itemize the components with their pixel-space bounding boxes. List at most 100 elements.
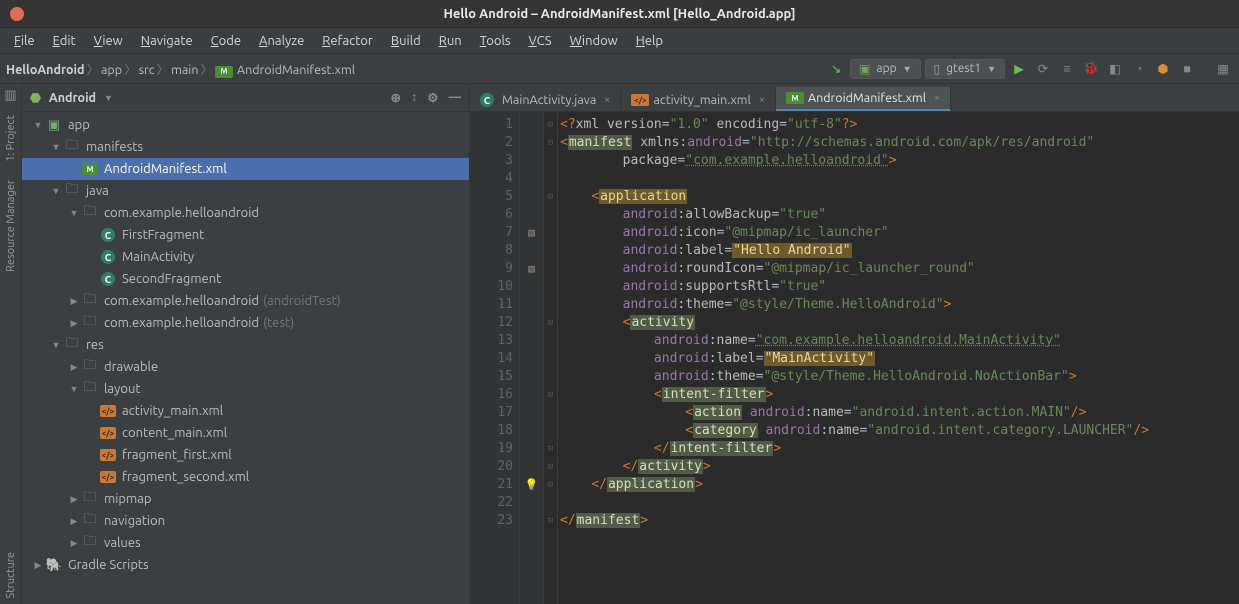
menu-run[interactable]: Run (431, 32, 470, 50)
breadcrumb[interactable]: HelloAndroid〉app〉src〉main〉MAndroidManife… (6, 59, 355, 78)
fold-toggle-icon[interactable]: ⊟ (544, 476, 557, 494)
chevron-down-icon[interactable]: ▼ (104, 93, 113, 103)
editor-tab[interactable]: CMainActivity.java× (470, 89, 621, 111)
image-gutter-icon[interactable]: ▧ (520, 260, 543, 278)
expand-arrow-icon[interactable]: ▶ (32, 560, 44, 571)
device-selector[interactable]: ▯ gtest1 ▼ (925, 59, 1005, 79)
fold-toggle-icon[interactable]: ⊟ (544, 386, 557, 404)
fold-toggle-icon[interactable]: ⊟ (544, 134, 557, 152)
project-view-label[interactable]: Android (49, 91, 96, 105)
tree-node[interactable]: ▼🗀com.example.helloandroid (22, 202, 469, 224)
menu-edit[interactable]: Edit (45, 32, 84, 50)
expand-arrow-icon[interactable]: ▶ (68, 494, 80, 505)
expand-all-icon[interactable]: ↕ (411, 90, 417, 105)
project-structure-icon[interactable]: ▦ (1213, 59, 1233, 79)
expand-arrow-icon[interactable]: ▼ (68, 208, 80, 218)
tree-node-label: drawable (104, 360, 158, 374)
expand-arrow-icon[interactable]: ▶ (68, 318, 80, 329)
expand-arrow-icon[interactable]: ▼ (32, 120, 44, 130)
menu-vcs[interactable]: VCS (521, 32, 560, 50)
hide-icon[interactable]: — (449, 90, 462, 105)
expand-arrow-icon[interactable]: ▶ (68, 296, 80, 307)
tree-node-label: com.example.helloandroid (104, 206, 259, 220)
tree-node[interactable]: ▼🗀java (22, 180, 469, 202)
expand-arrow-icon[interactable]: ▼ (50, 142, 62, 152)
tree-node-label: fragment_first.xml (122, 448, 232, 462)
menu-refactor[interactable]: Refactor (314, 32, 381, 50)
run-icon[interactable]: ▶ (1009, 59, 1029, 79)
menu-window[interactable]: Window (562, 32, 626, 50)
expand-arrow-icon[interactable]: ▶ (68, 516, 80, 527)
tree-node[interactable]: MAndroidManifest.xml (22, 158, 469, 180)
chevron-down-icon: ▼ (903, 64, 912, 74)
tree-node[interactable]: CMainActivity (22, 246, 469, 268)
apply-changes-icon[interactable]: ⟳ (1033, 59, 1053, 79)
menu-help[interactable]: Help (628, 32, 671, 50)
profiler-icon[interactable]: ◔ (1129, 59, 1149, 79)
tree-node[interactable]: ▼▣app (22, 114, 469, 136)
intention-bulb-icon[interactable]: 💡 (520, 476, 543, 494)
attach-debugger-icon[interactable]: ⬢ (1153, 59, 1173, 79)
close-tab-icon[interactable]: × (759, 94, 765, 106)
editor-tab[interactable]: </>activity_main.xml× (621, 89, 775, 111)
tree-node[interactable]: ▶🗀com.example.helloandroid(test) (22, 312, 469, 334)
debug-icon[interactable]: 🐞 (1081, 59, 1101, 79)
stripe-tab-resource-manager[interactable]: Resource Manager (3, 174, 19, 278)
select-opened-file-icon[interactable]: ⊕ (391, 90, 401, 105)
menu-tools[interactable]: Tools (472, 32, 519, 50)
tree-node[interactable]: ▶🐘Gradle Scripts (22, 554, 469, 576)
tree-node[interactable]: ▶🗀com.example.helloandroid(androidTest) (22, 290, 469, 312)
fold-toggle-icon[interactable]: ⊟ (544, 314, 557, 332)
coverage-icon[interactable]: ◧ (1105, 59, 1125, 79)
tree-node[interactable]: ▶🗀values (22, 532, 469, 554)
tree-node-label: AndroidManifest.xml (104, 162, 227, 176)
tree-node-label: FirstFragment (122, 228, 204, 242)
tree-node[interactable]: </>content_main.xml (22, 422, 469, 444)
code-editor[interactable]: 1234567891011121314151617181920212223 ▧▧… (470, 112, 1239, 604)
expand-arrow-icon[interactable]: ▶ (68, 362, 80, 373)
stripe-tab-project[interactable]: 1: Project (3, 109, 19, 168)
stripe-tab-structure[interactable]: Structure (3, 546, 19, 604)
expand-arrow-icon[interactable]: ▶ (68, 538, 80, 549)
expand-arrow-icon[interactable]: ▼ (50, 186, 62, 196)
image-gutter-icon[interactable]: ▧ (520, 224, 543, 242)
run-config-selector[interactable]: ▣ app ▼ (850, 59, 920, 79)
tree-node[interactable]: ▶🗀mipmap (22, 488, 469, 510)
tree-node[interactable]: </>fragment_second.xml (22, 466, 469, 488)
close-tab-icon[interactable]: × (604, 94, 610, 106)
close-tab-icon[interactable]: × (934, 92, 940, 104)
expand-arrow-icon[interactable]: ▼ (50, 340, 62, 350)
fold-toggle-icon[interactable]: ⊟ (544, 458, 557, 476)
fold-toggle-icon[interactable]: ⊟ (544, 116, 557, 134)
gear-icon[interactable]: ⚙ (427, 90, 438, 105)
sync-gradle-icon[interactable]: ↘ (826, 59, 846, 79)
fold-toggle-icon[interactable]: ⊟ (544, 188, 557, 206)
menu-build[interactable]: Build (383, 32, 429, 50)
menu-navigate[interactable]: Navigate (133, 32, 201, 50)
stop-icon[interactable]: ■ (1177, 59, 1197, 79)
tree-node[interactable]: CSecondFragment (22, 268, 469, 290)
tree-node[interactable]: </>fragment_first.xml (22, 444, 469, 466)
tree-node-label: values (104, 536, 141, 550)
fold-gutter[interactable]: ⊟⊟⊟⊟⊟⊟⊟⊟⊟ (544, 112, 558, 604)
tree-node[interactable]: ▶🗀drawable (22, 356, 469, 378)
folder-icon[interactable]: ▥ (4, 88, 16, 103)
editor-tab[interactable]: MAndroidManifest.xml× (776, 87, 951, 111)
close-window-icon[interactable] (10, 7, 24, 21)
tree-node[interactable]: ▼🗀layout (22, 378, 469, 400)
apply-code-icon[interactable]: ≡ (1057, 59, 1077, 79)
fold-toggle-icon[interactable]: ⊟ (544, 512, 557, 530)
tree-node[interactable]: </>activity_main.xml (22, 400, 469, 422)
fold-toggle-icon[interactable]: ⊟ (544, 440, 557, 458)
project-tree[interactable]: ▼▣app▼🗀manifestsMAndroidManifest.xml▼🗀ja… (22, 112, 469, 604)
tree-node[interactable]: ▼🗀res (22, 334, 469, 356)
menu-code[interactable]: Code (203, 32, 249, 50)
tree-node[interactable]: ▼🗀manifests (22, 136, 469, 158)
code-area[interactable]: <?xml version="1.0" encoding="utf-8"?><m… (558, 112, 1239, 604)
tree-node[interactable]: CFirstFragment (22, 224, 469, 246)
expand-arrow-icon[interactable]: ▼ (68, 384, 80, 394)
menu-file[interactable]: File (6, 32, 43, 50)
menu-analyze[interactable]: Analyze (251, 32, 312, 50)
tree-node[interactable]: ▶🗀navigation (22, 510, 469, 532)
menu-view[interactable]: View (86, 32, 131, 50)
